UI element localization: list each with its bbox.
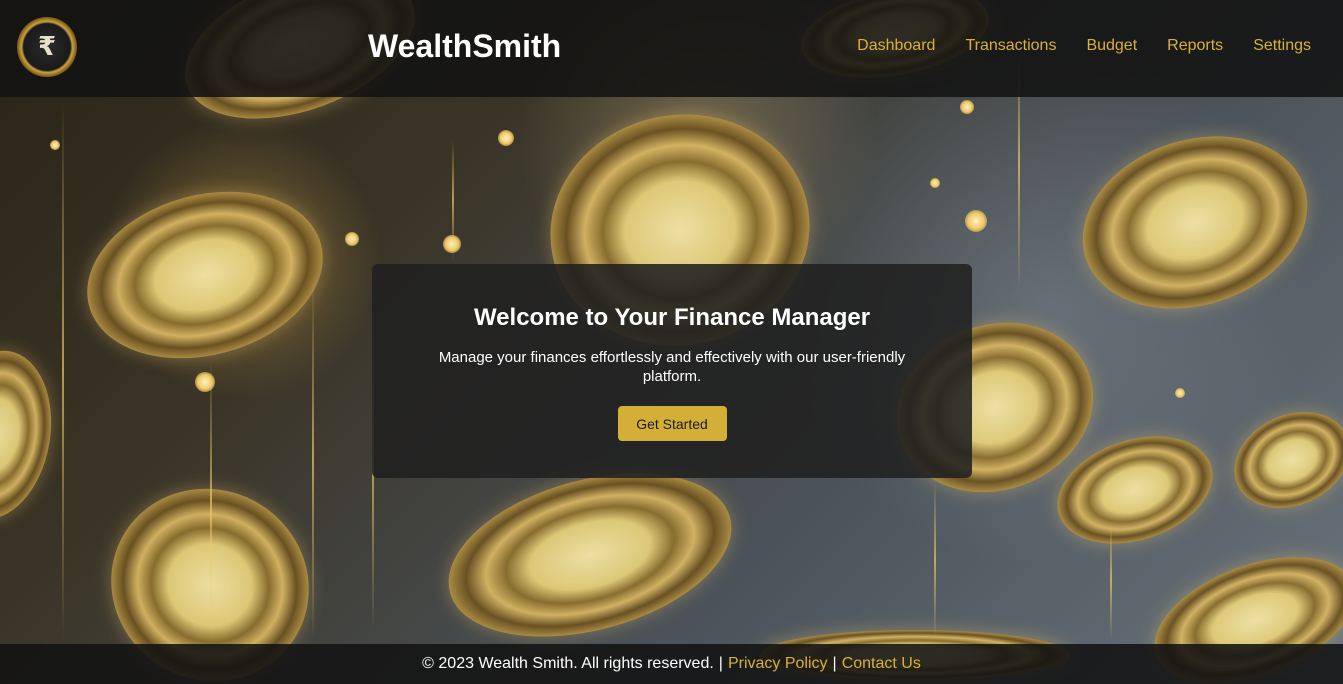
- sparkle-graphic: [960, 100, 974, 114]
- nav-link-budget[interactable]: Budget: [1086, 37, 1137, 55]
- footer: © 2023 Wealth Smith. All rights reserved…: [0, 644, 1343, 684]
- nav-link-dashboard[interactable]: Dashboard: [857, 37, 935, 55]
- sparkle-graphic: [930, 178, 940, 188]
- light-streak: [210, 360, 212, 640]
- light-streak: [62, 100, 64, 640]
- nav-link-transactions[interactable]: Transactions: [965, 37, 1056, 55]
- footer-separator: |: [718, 655, 723, 672]
- copyright-text: © 2023 Wealth Smith. All rights reserved…: [422, 655, 714, 672]
- privacy-policy-link[interactable]: Privacy Policy: [728, 655, 828, 673]
- coin-graphic: [0, 341, 64, 529]
- coin-graphic: [68, 166, 342, 384]
- light-streak: [452, 140, 454, 260]
- sparkle-graphic: [345, 232, 359, 246]
- sparkle-graphic: [1175, 388, 1185, 398]
- coin-graphic: [430, 445, 750, 665]
- rupee-symbol: ₹: [37, 32, 57, 62]
- coin-graphic: [1060, 108, 1330, 337]
- sparkle-graphic: [965, 210, 987, 232]
- sparkle-graphic: [498, 130, 514, 146]
- hero-description: Manage your finances effortlessly and ef…: [438, 349, 906, 385]
- light-streak: [312, 280, 314, 640]
- hero-title: Welcome to Your Finance Manager: [473, 304, 871, 331]
- light-streak: [934, 480, 936, 640]
- nav-link-reports[interactable]: Reports: [1167, 37, 1223, 55]
- coin-graphic: [1218, 393, 1343, 527]
- sparkle-graphic: [50, 140, 60, 150]
- rupee-coin-logo-icon[interactable]: ₹: [17, 17, 77, 77]
- contact-us-link[interactable]: Contact Us: [842, 655, 921, 673]
- get-started-button[interactable]: Get Started: [617, 406, 727, 441]
- top-navbar: ₹ WealthSmith Dashboard Transactions Bud…: [0, 0, 1343, 97]
- light-streak: [1110, 520, 1112, 640]
- main-nav: Dashboard Transactions Budget Reports Se…: [857, 37, 1311, 55]
- brand-name: WealthSmith: [368, 28, 562, 64]
- hero-card: Welcome to Your Finance Manager Manage y…: [372, 264, 972, 478]
- nav-link-settings[interactable]: Settings: [1253, 37, 1311, 55]
- footer-separator: |: [832, 655, 837, 672]
- sparkle-graphic: [195, 372, 215, 392]
